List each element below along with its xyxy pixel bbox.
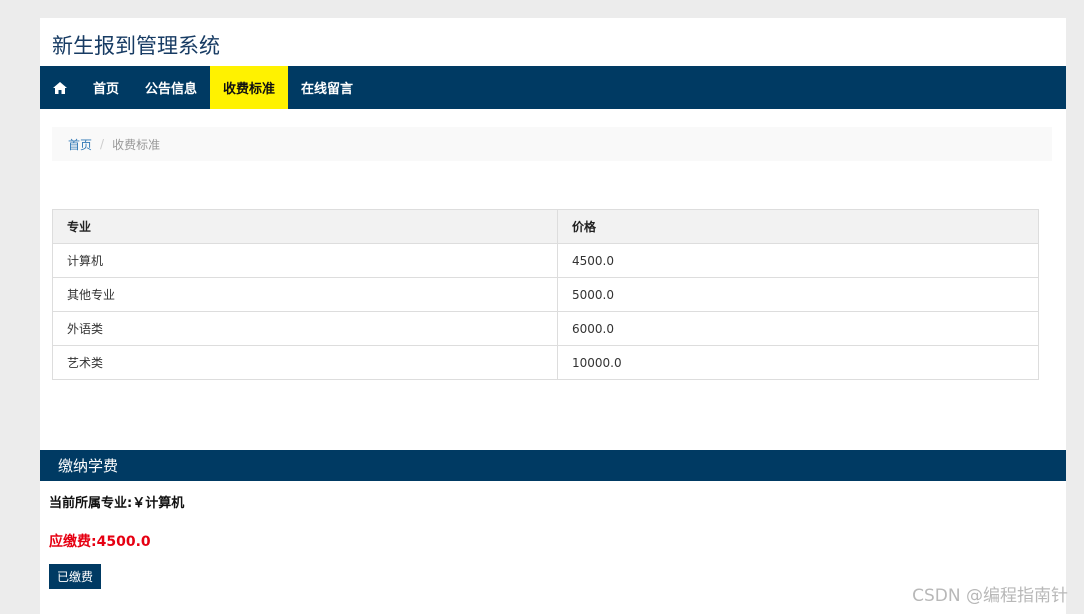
fee-table: 专业 价格 计算机 4500.0 其他专业 5000.0 外语类 6000.0 …: [52, 209, 1039, 380]
breadcrumb-separator: /: [100, 137, 105, 151]
column-header-price: 价格: [557, 209, 1039, 244]
table-row: 计算机 4500.0: [52, 243, 1039, 278]
nav-item-messages[interactable]: 在线留言: [288, 66, 366, 109]
paid-button[interactable]: 已缴费: [49, 564, 102, 589]
nav-home-button[interactable]: [40, 66, 80, 109]
watermark: CSDN @编程指南针: [912, 586, 1068, 606]
cell-major: 其他专业: [52, 277, 558, 312]
nav-item-home[interactable]: 首页: [80, 66, 132, 109]
breadcrumb-home-link[interactable]: 首页: [68, 136, 92, 153]
column-header-major: 专业: [52, 209, 558, 244]
table-header-row: 专业 价格: [52, 209, 1039, 244]
amount-due-text: 应缴费:4500.0: [49, 534, 151, 550]
cell-price: 6000.0: [557, 311, 1039, 346]
main-navbar: 首页 公告信息 收费标准 在线留言: [40, 66, 1066, 109]
breadcrumb: 首页 / 收费标准: [52, 127, 1052, 161]
nav-item-fee-standards[interactable]: 收费标准: [210, 66, 289, 109]
breadcrumb-current: 收费标准: [112, 137, 161, 152]
table-row: 外语类 6000.0: [52, 311, 1039, 346]
nav-item-announcements[interactable]: 公告信息: [132, 66, 210, 109]
current-major-text: 当前所属专业:￥计算机: [49, 496, 185, 511]
cell-major: 艺术类: [52, 345, 558, 380]
cell-major: 外语类: [52, 311, 558, 346]
site-title: 新生报到管理系统: [52, 34, 220, 58]
payment-section-header: 缴纳学费: [40, 450, 1066, 481]
cell-price: 5000.0: [557, 277, 1039, 312]
home-icon: [53, 81, 67, 94]
table-row: 艺术类 10000.0: [52, 345, 1039, 380]
cell-price: 10000.0: [557, 345, 1039, 380]
cell-price: 4500.0: [557, 243, 1039, 278]
page-container: 新生报到管理系统 首页 公告信息 收费标准 在线留言 首页 / 收费标准 专业 …: [40, 18, 1066, 614]
cell-major: 计算机: [52, 243, 558, 278]
table-row: 其他专业 5000.0: [52, 277, 1039, 312]
